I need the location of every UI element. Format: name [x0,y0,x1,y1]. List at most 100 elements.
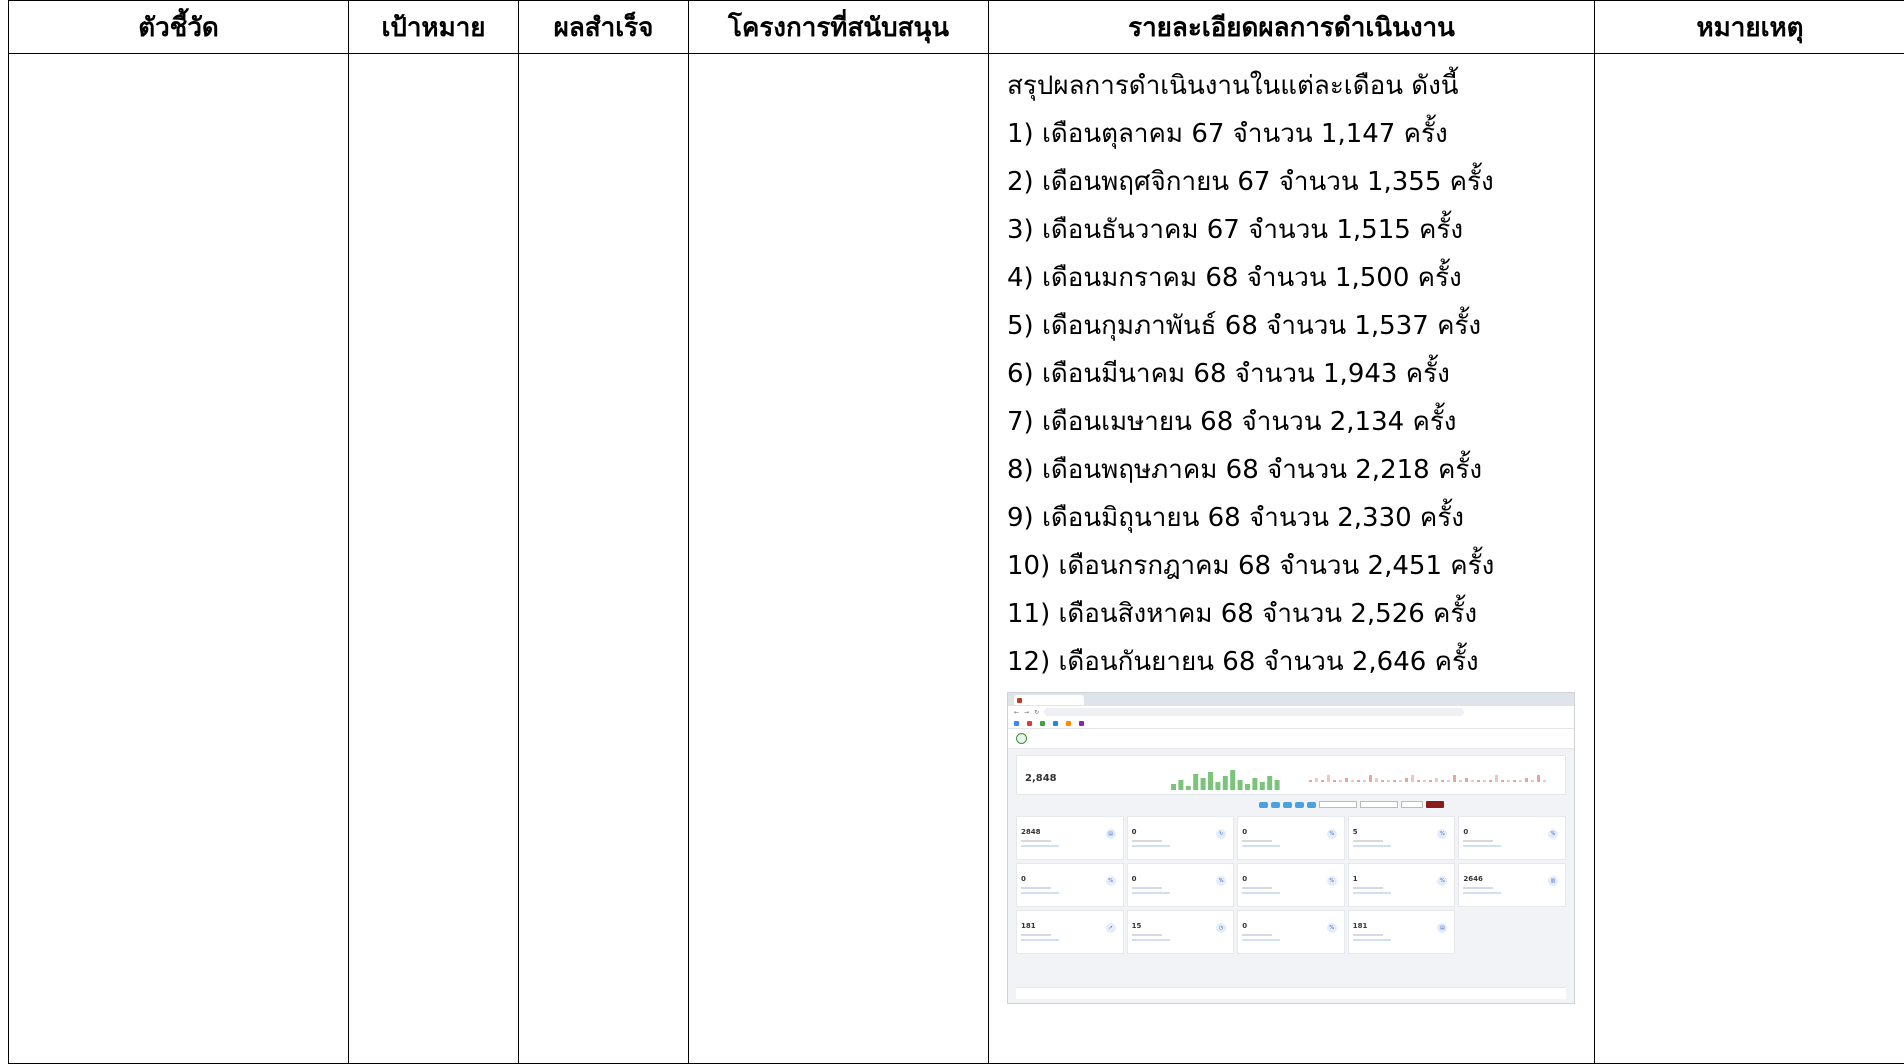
mini-bar [1543,780,1546,782]
stat-card-subtext [1353,939,1391,941]
mini-bar [1351,780,1354,782]
percent-icon: % [1437,876,1447,886]
screenshot-footer [1016,987,1566,999]
summary-heading: สรุปผลการดำเนินงานในแต่ละเดือน ดังนี้ [1007,62,1594,110]
stat-card-subtext [1021,840,1051,842]
stat-card-subtext [1242,939,1280,941]
stat-card-subtext [1353,887,1383,889]
header-details: รายละเอียดผลการดำเนินงาน [989,1,1595,54]
mini-bar [1369,775,1372,782]
mini-bar [1399,780,1402,782]
mini-bar [1513,780,1516,782]
mini-bar [1230,770,1235,790]
mini-bar [1459,780,1462,782]
mini-bar [1411,775,1414,782]
refresh-icon: ↻ [1216,829,1226,839]
mini-bar [1333,780,1336,782]
header-remarks: หมายเหตุ [1595,1,1904,54]
stat-card-subtext [1242,892,1280,894]
bookmark-item [1066,721,1071,726]
daily-bar-chart [1167,768,1282,792]
stat-card-value: 0 [1463,828,1468,836]
stat-card-subtext [1242,887,1272,889]
percent-icon: % [1327,923,1337,933]
stat-card-subtext [1353,840,1383,842]
hero-panel: 2,848 [1016,755,1566,795]
mini-bar [1441,780,1444,782]
stat-card-subtext [1242,840,1272,842]
browser-address-bar: ← → ↻ [1008,706,1574,718]
stat-card-subtext [1021,845,1059,847]
stat-card: 181▤ [1348,910,1456,954]
forward-arrow-icon: → [1024,709,1029,716]
percent-icon: % [1548,829,1558,839]
stat-card-subtext [1242,934,1272,936]
stat-card: 0% [1237,863,1345,907]
mini-bar [1321,780,1324,782]
chart-icon: ▥ [1548,876,1558,886]
list-item: 11) เดือนสิงหาคม 68 จำนวน 2,526 ครั้ง [1007,590,1594,638]
cell-details: สรุปผลการดำเนินงานในแต่ละเดือน ดังนี้ 1)… [989,54,1595,1064]
stat-card-value: 181 [1353,922,1368,930]
stat-card-value: 0 [1132,875,1137,883]
stat-card-subtext [1021,934,1051,936]
header-target: เป้าหมาย [349,1,519,54]
stat-card-value: 181 [1021,922,1036,930]
app-brand [1016,733,1027,744]
filter-pill [1307,802,1316,808]
reload-icon: ↻ [1034,709,1039,716]
mini-bar [1387,780,1390,782]
stat-card: 0% [1237,910,1345,954]
stat-card-value: 2848 [1021,828,1040,836]
mini-bar [1375,778,1378,782]
list-item: 9) เดือนมิถุนายน 68 จำนวน 2,330 ครั้ง [1007,494,1594,542]
header-row: ตัวชี้วัด เป้าหมาย ผลสำเร็จ โครงการที่สน… [9,1,1904,54]
mini-bar [1178,780,1183,790]
mini-bar [1423,780,1426,782]
stat-card-subtext [1353,845,1391,847]
stat-card-subtext [1132,840,1162,842]
mini-bar [1405,778,1408,782]
app-navbar [1008,729,1574,749]
stat-card-subtext [1463,840,1493,842]
stat-card: 0↻ [1127,816,1235,860]
list-item: 6) เดือนมีนาคม 68 จำนวน 1,943 ครั้ง [1007,350,1594,398]
mini-bar [1327,775,1330,782]
header-achievement: ผลสำเร็จ [519,1,689,54]
cell-achievement [519,54,689,1064]
date-from-field [1319,801,1357,808]
stat-card-value: 0 [1242,875,1247,883]
mini-bar [1315,778,1318,782]
mini-bar [1531,780,1534,782]
stat-card-subtext [1021,892,1059,894]
stat-card-subtext [1021,939,1059,941]
list-item: 3) เดือนธันวาคม 67 จำนวน 1,515 ครั้ง [1007,206,1594,254]
stat-card: 181↗ [1016,910,1124,954]
list-item: 2) เดือนพฤศจิกายน 67 จำนวน 1,355 ครั้ง [1007,158,1594,206]
bookmark-item [1014,721,1019,726]
mini-bar [1252,778,1257,790]
list-item: 8) เดือนพฤษภาคม 68 จำนวน 2,218 ครั้ง [1007,446,1594,494]
stat-card: 5% [1348,816,1456,860]
mini-bar [1501,780,1504,782]
stat-card-subtext [1463,887,1493,889]
table-row: สรุปผลการดำเนินงานในแต่ละเดือน ดังนี้ 1)… [9,54,1904,1064]
report-table: ตัวชี้วัด เป้าหมาย ผลสำเร็จ โครงการที่สน… [8,0,1904,1064]
percent-icon: % [1216,876,1226,886]
filter-bar [1008,800,1574,809]
mini-bar [1381,780,1384,782]
stat-card-subtext [1463,892,1501,894]
stat-card: 0% [1237,816,1345,860]
monthly-bar-chart [1307,768,1552,792]
stat-card-value: 5 [1353,828,1358,836]
list-item: 5) เดือนกุมภาพันธ์ 68 จำนวน 1,537 ครั้ง [1007,302,1594,350]
percent-icon: % [1437,829,1447,839]
mini-bar [1519,780,1522,782]
mini-bar [1267,776,1272,790]
mini-bar [1201,778,1206,790]
mini-bar [1417,780,1420,782]
mini-bar [1489,780,1492,782]
mini-bar [1186,786,1191,790]
url-field [1044,708,1464,716]
document-icon: ▤ [1106,829,1116,839]
